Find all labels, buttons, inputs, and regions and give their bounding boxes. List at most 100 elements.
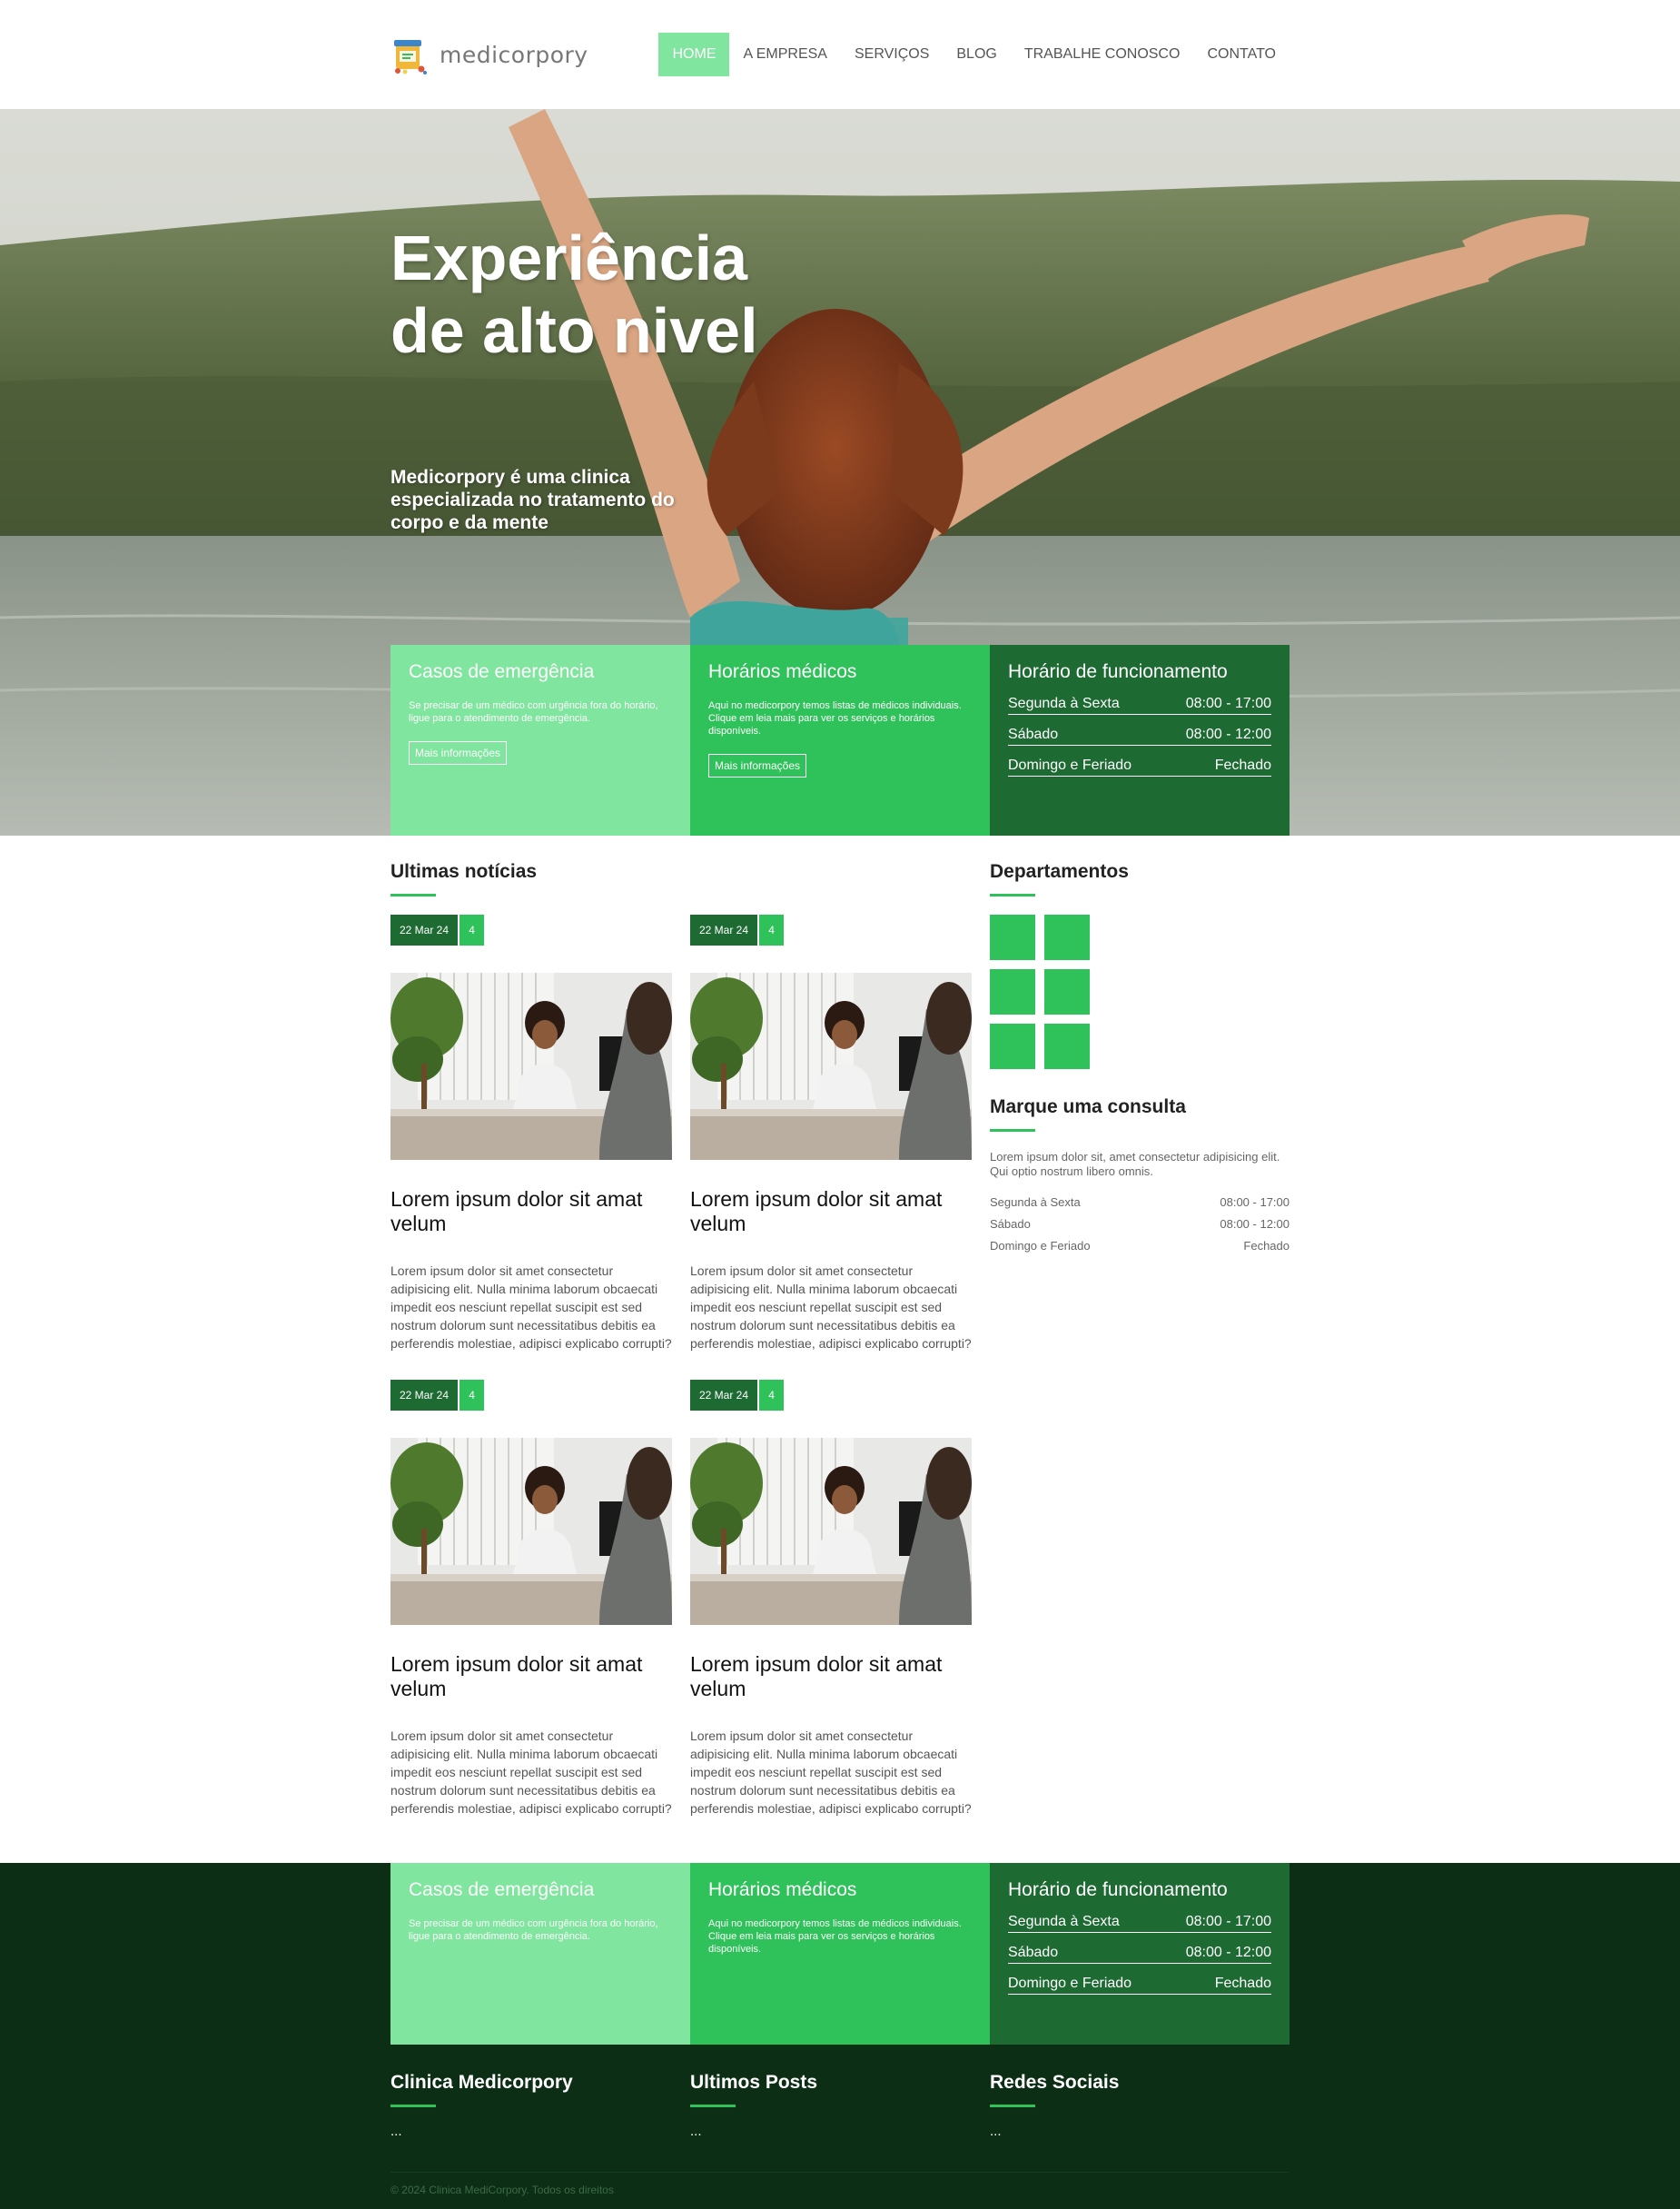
hours-box: Horário de funcionamento Segunda à Sexta… xyxy=(990,645,1290,836)
hours-day: Domingo e Feriado xyxy=(1008,1976,1132,1991)
comment-count[interactable]: 4 xyxy=(460,1380,485,1411)
post-meta: 22 Mar 24 4 xyxy=(690,1380,972,1411)
news-post: 22 Mar 24 4 Lorem ipsum dolor sit amat v… xyxy=(690,1380,972,1818)
hero-section: Experiência de alto nivel Medicorpory é … xyxy=(0,109,1680,836)
nav-trabalhe-conosco[interactable]: TRABALHE CONOSCO xyxy=(1011,33,1194,76)
title-underline xyxy=(390,894,436,896)
title-underline xyxy=(390,2105,436,2107)
consult-day: Segunda à Sexta xyxy=(990,1195,1081,1209)
department-tile[interactable] xyxy=(1044,969,1090,1015)
news-title: Ultimas notícias xyxy=(390,861,538,882)
emergency-title: Casos de emergência xyxy=(409,1879,595,1900)
hours-day: Domingo e Feriado xyxy=(1008,758,1132,773)
hours-row: Sábado 08:00 - 12:00 xyxy=(1008,727,1271,746)
news-post: 22 Mar 24 4 Lorem ipsum dolor sit amat v… xyxy=(390,1380,672,1818)
hours-day: Segunda à Sexta xyxy=(1008,1914,1120,1929)
nav-blog[interactable]: BLOG xyxy=(943,33,1010,76)
post-date: 22 Mar 24 xyxy=(390,915,459,946)
nav-contato[interactable]: CONTATO xyxy=(1193,33,1290,76)
footer-col-title: Ultimos Posts xyxy=(690,2072,818,2093)
news-post: 22 Mar 24 4 Lorem ipsum dolor sit amat v… xyxy=(390,915,672,1352)
footer-col-title: Clinica Medicorpory xyxy=(390,2072,573,2093)
title-underline xyxy=(990,2105,1035,2107)
department-tile[interactable] xyxy=(1044,915,1090,960)
post-title[interactable]: Lorem ipsum dolor sit amat velum xyxy=(390,1187,672,1236)
consult-hours-row: Domingo e Feriado Fechado xyxy=(990,1239,1290,1253)
consult-text: Lorem ipsum dolor sit, amet consectetur … xyxy=(990,1150,1280,1178)
schedules-title: Horários médicos xyxy=(708,661,857,682)
hours-time: 08:00 - 17:00 xyxy=(1185,696,1271,711)
schedules-box: Horários médicos Aqui no medicorpory tem… xyxy=(690,1863,990,2045)
comment-count[interactable]: 4 xyxy=(460,915,485,946)
consult-time: 08:00 - 17:00 xyxy=(1220,1195,1290,1209)
hours-day: Sábado xyxy=(1008,727,1059,742)
footer-col-clinic: Clinica Medicorpory ... xyxy=(390,2072,690,2139)
post-date: 22 Mar 24 xyxy=(690,1380,758,1411)
sidebar: Departamentos Marque uma consulta Lorem … xyxy=(990,861,1290,1845)
departments-grid xyxy=(990,915,1290,1069)
title-underline xyxy=(990,1129,1035,1132)
department-tile[interactable] xyxy=(990,1024,1035,1069)
hours-row: Segunda à Sexta 08:00 - 17:00 xyxy=(1008,1914,1271,1933)
main-nav: HOME A EMPRESA SERVIÇOS BLOG TRABALHE CO… xyxy=(658,33,1290,76)
schedules-text: Aqui no medicorpory temos listas de médi… xyxy=(708,1918,962,1955)
doctor-photo[interactable] xyxy=(690,1438,972,1625)
hero-title: Experiência de alto nivel xyxy=(390,223,758,366)
schedules-text: Aqui no medicorpory temos listas de médi… xyxy=(708,700,962,737)
hours-day: Segunda à Sexta xyxy=(1008,696,1120,711)
post-title[interactable]: Lorem ipsum dolor sit amat velum xyxy=(390,1652,672,1701)
footer-col-title: Redes Sociais xyxy=(990,2072,1120,2093)
medicine-bottle-icon xyxy=(390,35,429,74)
nav-a-empresa[interactable]: A EMPRESA xyxy=(729,33,840,76)
logo[interactable]: medicorpory xyxy=(390,35,588,74)
hours-time: 08:00 - 17:00 xyxy=(1185,1914,1271,1929)
post-meta: 22 Mar 24 4 xyxy=(390,1380,672,1411)
hours-time: 08:00 - 12:00 xyxy=(1185,727,1271,742)
footer-col-social: Redes Sociais ... xyxy=(990,2072,1290,2139)
post-title[interactable]: Lorem ipsum dolor sit amat velum xyxy=(690,1652,972,1701)
consult-day: Domingo e Feriado xyxy=(990,1239,1091,1253)
emergency-more-button[interactable]: Mais informações xyxy=(409,741,508,765)
footer-col-text: ... xyxy=(390,2124,402,2139)
department-tile[interactable] xyxy=(990,915,1035,960)
emergency-text: Se precisar de um médico com urgência fo… xyxy=(409,1918,658,1942)
title-underline xyxy=(990,894,1035,896)
info-boxes: Casos de emergência Se precisar de um mé… xyxy=(390,645,1290,836)
comment-count[interactable]: 4 xyxy=(759,1380,785,1411)
post-date: 22 Mar 24 xyxy=(390,1380,459,1411)
consult-hours-row: Segunda à Sexta 08:00 - 17:00 xyxy=(990,1195,1290,1209)
post-title[interactable]: Lorem ipsum dolor sit amat velum xyxy=(690,1187,972,1236)
copyright: © 2024 Clinica MediCorpory. Todos os dir… xyxy=(390,2172,1290,2209)
department-tile[interactable] xyxy=(990,969,1035,1015)
schedules-more-button[interactable]: Mais informações xyxy=(708,754,807,778)
nav-home[interactable]: HOME xyxy=(658,33,730,76)
footer-info-boxes: Casos de emergência Se precisar de um mé… xyxy=(390,1863,1290,2045)
doctor-photo[interactable] xyxy=(690,973,972,1160)
footer-columns: Clinica Medicorpory ... Ultimos Posts ..… xyxy=(390,2045,1290,2139)
nav-servicos[interactable]: SERVIÇOS xyxy=(841,33,943,76)
post-excerpt: Lorem ipsum dolor sit amet consectetur a… xyxy=(690,1729,972,1816)
department-tile[interactable] xyxy=(1044,1024,1090,1069)
emergency-box: Casos de emergência Se precisar de um mé… xyxy=(390,645,690,836)
post-excerpt: Lorem ipsum dolor sit amet consectetur a… xyxy=(690,1263,972,1351)
post-excerpt: Lorem ipsum dolor sit amet consectetur a… xyxy=(390,1263,672,1351)
post-meta: 22 Mar 24 4 xyxy=(390,915,672,946)
main-content: Ultimas notícias 22 Mar 24 4 Lorem ipsum… xyxy=(0,836,1680,1863)
schedules-title: Horários médicos xyxy=(708,1879,857,1900)
footer-col-posts: Ultimos Posts ... xyxy=(690,2072,990,2139)
emergency-text: Se precisar de um médico com urgência fo… xyxy=(409,700,658,724)
hero-subtitle: Medicorpory é uma clinica especializada … xyxy=(390,467,675,533)
hours-row: Domingo e Feriado Fechado xyxy=(1008,1976,1271,1995)
emergency-title: Casos de emergência xyxy=(409,661,595,682)
hours-row: Segunda à Sexta 08:00 - 17:00 xyxy=(1008,696,1271,715)
hours-day: Sábado xyxy=(1008,1945,1059,1960)
comment-count[interactable]: 4 xyxy=(759,915,785,946)
consult-hours-row: Sábado 08:00 - 12:00 xyxy=(990,1217,1290,1231)
schedules-box: Horários médicos Aqui no medicorpory tem… xyxy=(690,645,990,836)
consult-title: Marque uma consulta xyxy=(990,1096,1186,1117)
doctor-photo[interactable] xyxy=(390,1438,672,1625)
doctor-photo[interactable] xyxy=(390,973,672,1160)
consult-day: Sábado xyxy=(990,1217,1031,1231)
post-date: 22 Mar 24 xyxy=(690,915,758,946)
footer-col-text: ... xyxy=(990,2124,1002,2139)
